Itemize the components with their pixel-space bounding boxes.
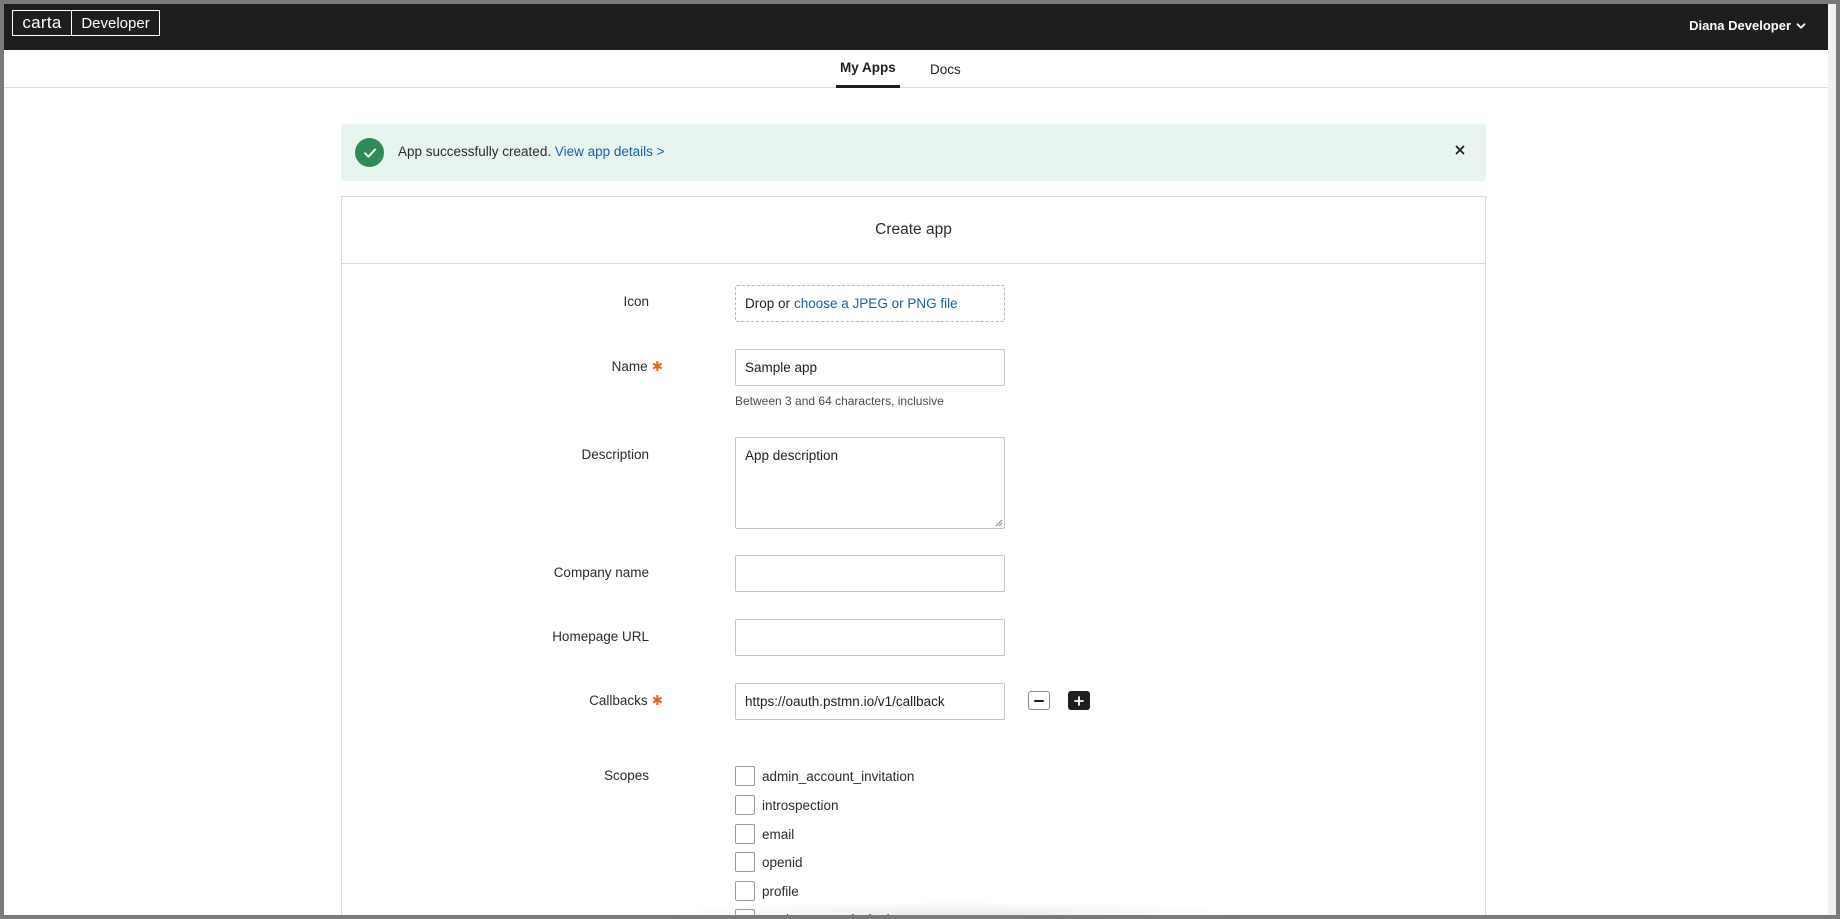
browser-window: carta Developer Diana Developer My Apps …: [4, 4, 1836, 915]
view-app-details-link[interactable]: View app details >: [555, 144, 665, 159]
scope-checkbox[interactable]: [735, 824, 755, 844]
chevron-down-icon: [1796, 22, 1806, 29]
user-menu[interactable]: Diana Developer: [1689, 18, 1806, 33]
minus-icon: [1034, 699, 1044, 702]
icon-dropzone[interactable]: Drop or choose a JPEG or PNG file: [735, 285, 1005, 322]
create-app-form: Create app Icon Drop or choose a JPEG or…: [341, 196, 1486, 915]
choose-file-link[interactable]: choose a JPEG or PNG file: [794, 296, 958, 311]
resize-handle-icon[interactable]: [995, 519, 1003, 527]
scope-option[interactable]: openid: [735, 852, 803, 872]
check-circle-icon: [355, 138, 384, 167]
company-name-label: Company name: [553, 565, 649, 580]
scope-label: profile: [762, 883, 799, 899]
scope-checkbox[interactable]: [735, 795, 755, 815]
close-icon[interactable]: [1450, 140, 1470, 160]
scope-label: email: [762, 826, 795, 842]
scope-label: introspection: [762, 797, 839, 813]
scopes-label: Scopes: [603, 768, 649, 783]
dropzone-text: Drop or: [745, 296, 791, 311]
scope-option[interactable]: profile: [735, 881, 799, 901]
logo-product: Developer: [81, 14, 150, 32]
name-help-text: Between 3 and 64 characters, inclusive: [735, 394, 944, 408]
required-asterisk-icon: ✱: [651, 693, 663, 708]
description-label: Description: [581, 447, 649, 462]
name-input[interactable]: Sample app: [735, 349, 1005, 386]
homepage-url-input[interactable]: [735, 619, 1005, 656]
description-textarea[interactable]: App description: [735, 437, 1005, 529]
scope-option[interactable]: introspection: [735, 795, 839, 815]
success-banner: App successfully created. View app detai…: [341, 124, 1486, 181]
scope-label: admin_account_invitation: [762, 768, 915, 784]
remove-callback-button[interactable]: [1028, 691, 1050, 710]
top-header: carta Developer Diana Developer: [4, 4, 1836, 50]
scope-option[interactable]: admin_account_invitation: [735, 766, 914, 786]
scope-label: openid: [762, 854, 803, 870]
name-label: Name: [611, 359, 648, 374]
carta-developer-logo[interactable]: carta Developer: [12, 10, 160, 36]
name-label-row: Name ✱: [363, 359, 663, 375]
plus-icon: [1074, 695, 1084, 706]
callbacks-label-row: Callbacks ✱: [363, 693, 663, 709]
sub-navigation: My Apps Docs: [4, 50, 1836, 88]
add-callback-button[interactable]: [1068, 691, 1090, 710]
description-value: App description: [745, 448, 839, 463]
vertical-scrollbar[interactable]: [1828, 4, 1836, 915]
scope-checkbox[interactable]: [735, 852, 755, 872]
tab-docs[interactable]: Docs: [926, 50, 965, 88]
required-asterisk-icon: ✱: [651, 359, 663, 374]
scope-option[interactable]: email: [735, 824, 794, 844]
tab-my-apps[interactable]: My Apps: [836, 50, 900, 88]
scope-checkbox[interactable]: [735, 881, 755, 901]
icon-label: Icon: [623, 294, 649, 309]
user-name: Diana Developer: [1689, 18, 1791, 33]
scope-checkbox[interactable]: [735, 766, 755, 786]
logo-brand: carta: [13, 11, 72, 35]
bottom-fade: [654, 901, 1254, 915]
form-title: Create app: [342, 197, 1485, 264]
homepage-url-label: Homepage URL: [552, 629, 649, 644]
company-name-input[interactable]: [735, 555, 1005, 592]
banner-message: App successfully created.: [398, 144, 552, 159]
callbacks-label: Callbacks: [589, 693, 648, 708]
banner-message-row: App successfully created. View app detai…: [398, 144, 665, 159]
callback-url-input[interactable]: https://oauth.pstmn.io/v1/callback: [735, 683, 1005, 720]
